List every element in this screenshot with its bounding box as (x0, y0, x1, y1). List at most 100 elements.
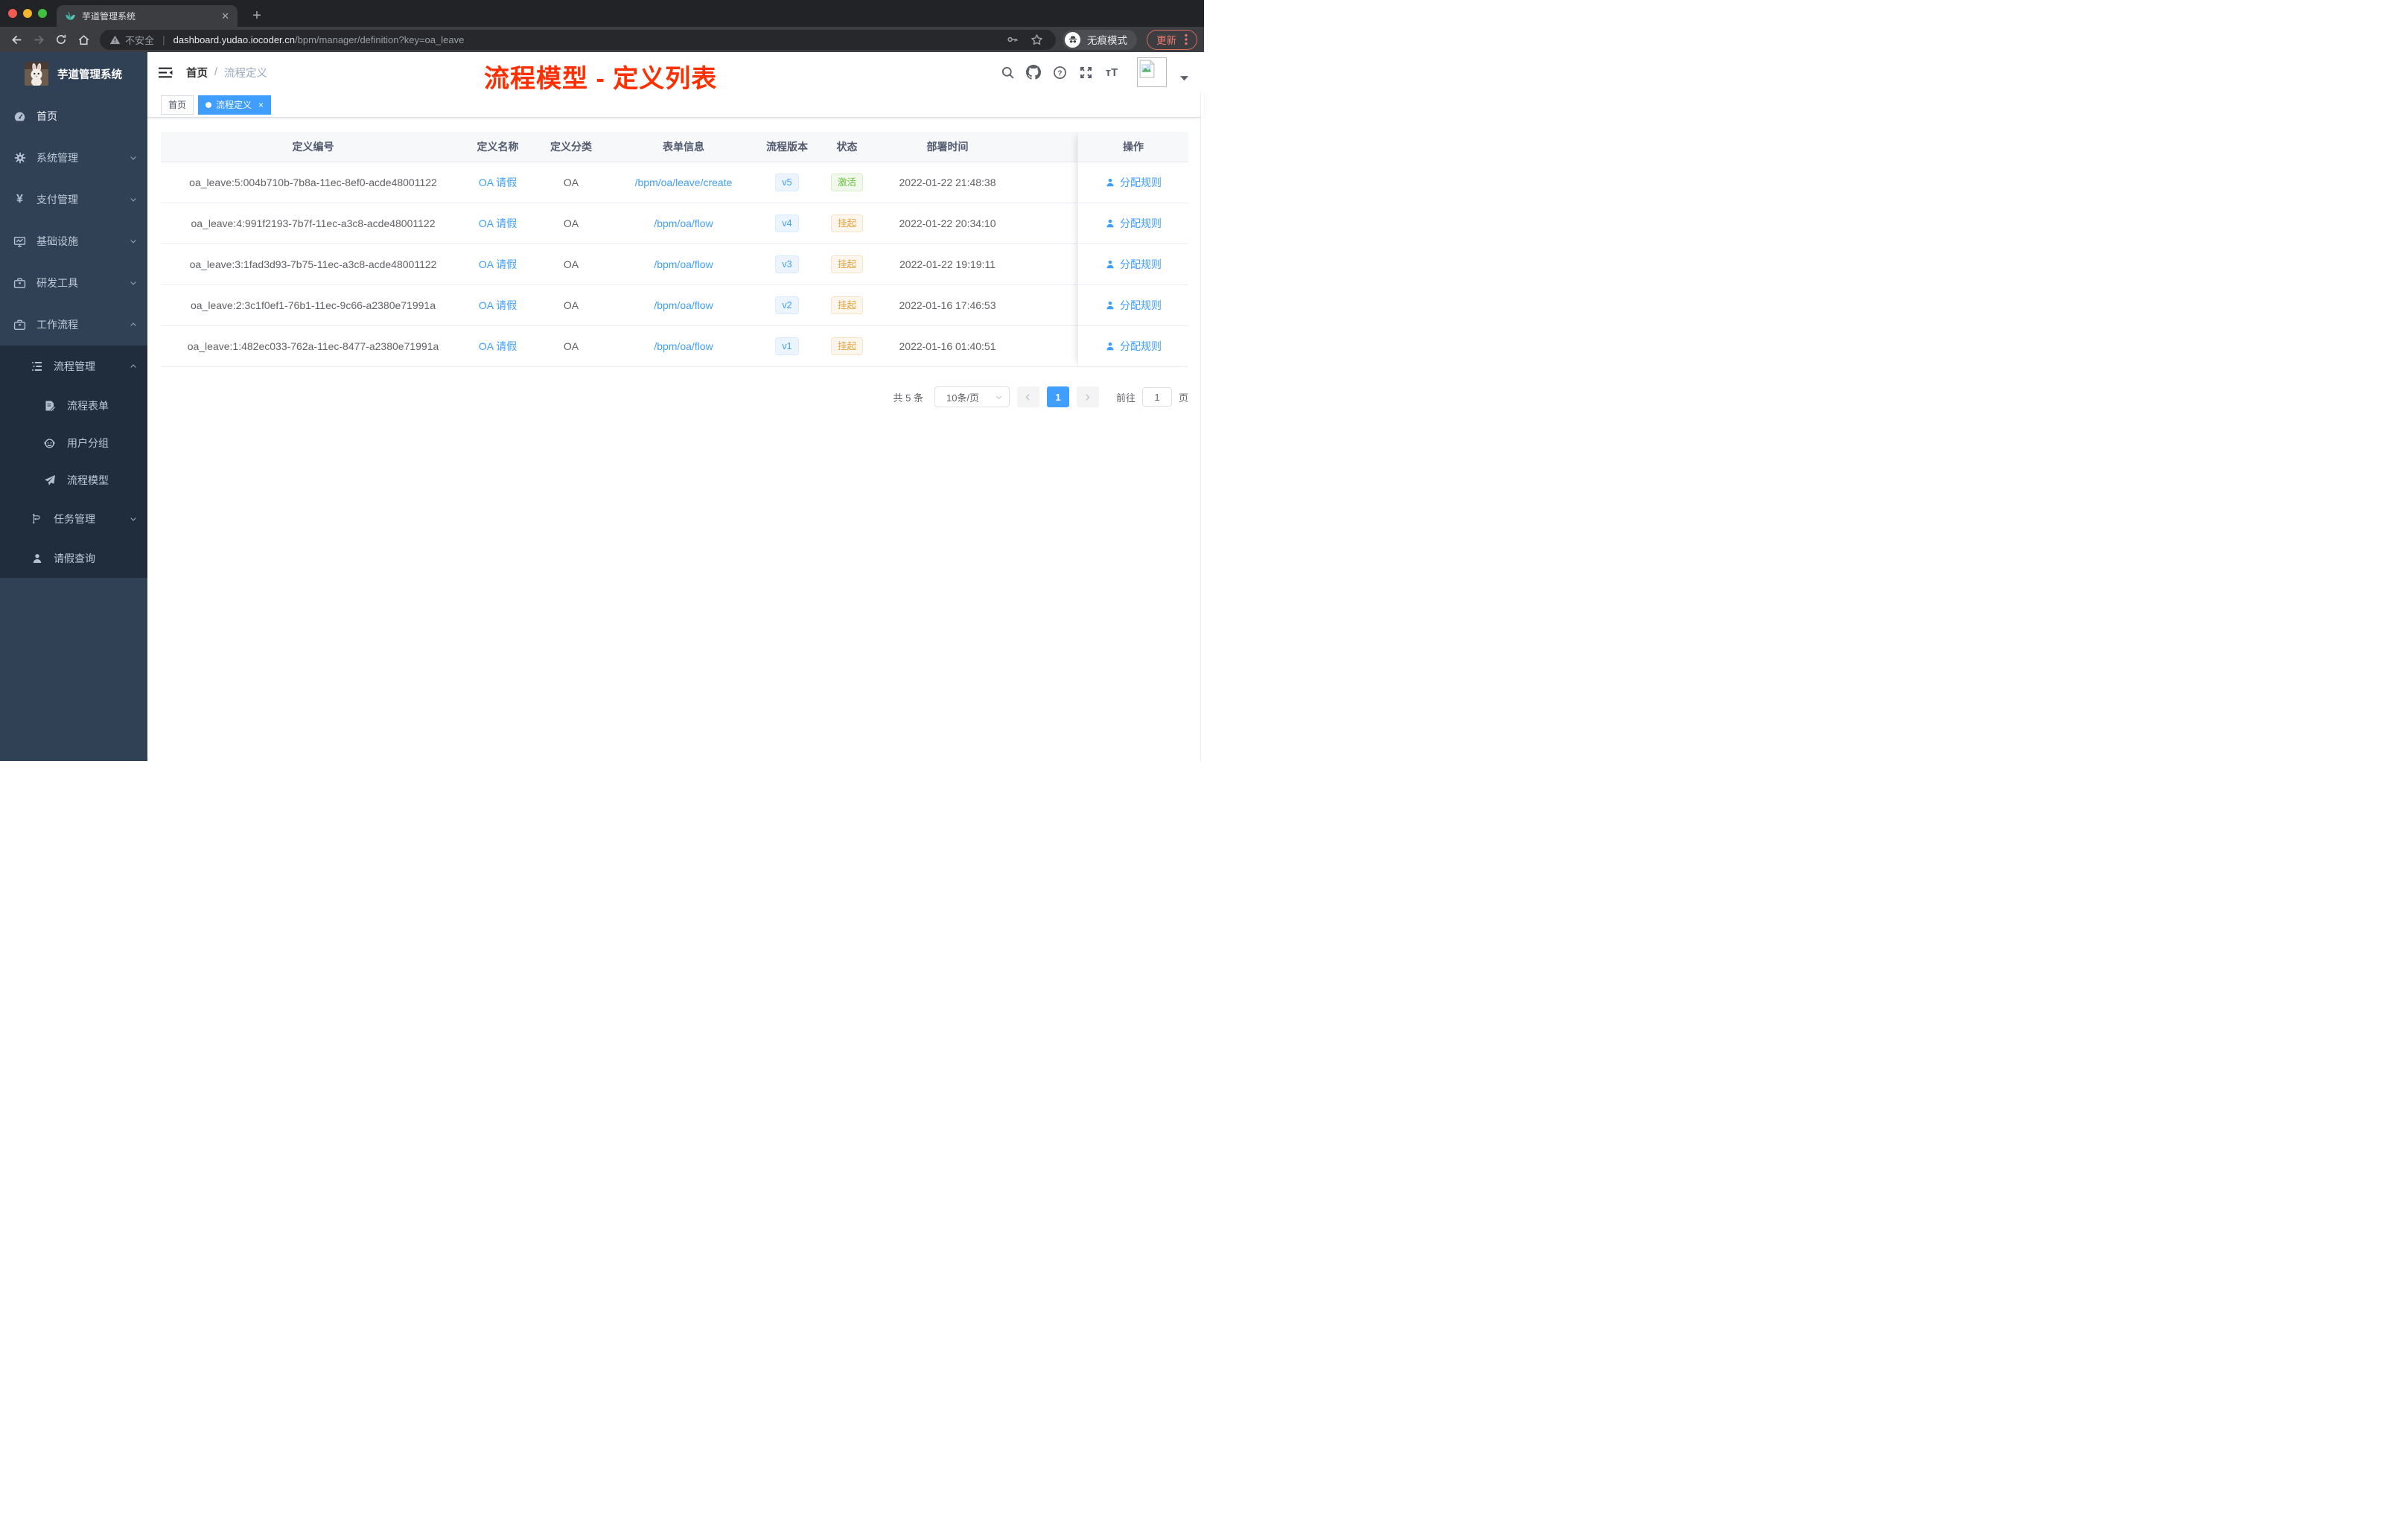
status-badge: 挂起 (830, 214, 863, 233)
new-tab-button[interactable]: + (246, 5, 267, 26)
sidebar-item-label: 用户分组 (67, 437, 109, 449)
forward-icon[interactable] (29, 31, 48, 48)
column-header-filler (1020, 132, 1077, 162)
collapse-sidebar-icon[interactable] (155, 62, 176, 83)
tags-view-bar: 首页 流程定义 × (147, 92, 1204, 118)
person-icon (1106, 219, 1114, 228)
browser-tab[interactable]: 芋道管理系统 ✕ (57, 5, 238, 27)
sidebar-item-system[interactable]: 系统管理 (0, 137, 147, 179)
tag-label: 流程定义 (216, 100, 252, 110)
back-icon[interactable] (7, 31, 26, 48)
close-window-button[interactable] (8, 9, 17, 18)
person-icon (1106, 260, 1114, 269)
goto-page-input[interactable] (1141, 387, 1172, 407)
person-icon (1106, 342, 1114, 351)
definition-name-link[interactable]: OA 请假 (479, 339, 517, 354)
definition-name-link[interactable]: OA 请假 (479, 257, 517, 272)
pagination-goto: 前往 页 (1116, 387, 1188, 407)
zoom-window-button[interactable] (38, 9, 47, 18)
sidebar-item-task-management[interactable]: 任务管理 (0, 499, 147, 538)
navbar-actions: ? ᴛT (1000, 57, 1188, 87)
reload-icon[interactable] (51, 31, 71, 48)
fullscreen-icon[interactable] (1078, 65, 1093, 80)
form-link[interactable]: /bpm/oa/leave/create (635, 176, 733, 188)
breadcrumb-home[interactable]: 首页 (186, 65, 208, 80)
column-header: 表单信息 (663, 141, 704, 153)
table-header-row: 定义编号 定义名称 定义分类 表单信息 流程版本 状态 部署时间 操作 (161, 132, 1188, 162)
sidebar-item-home[interactable]: 首页 (0, 95, 147, 137)
url-text[interactable]: dashboard.yudao.iocoder.cn/bpm/manager/d… (173, 34, 465, 45)
definition-id: oa_leave:5:004b710b-7b8a-11ec-8ef0-acde4… (189, 176, 437, 188)
app-logo-rabbit-image (25, 62, 48, 86)
tab-close-icon[interactable]: ✕ (221, 11, 229, 21)
status-badge: 激活 (830, 173, 863, 192)
definition-name-link[interactable]: OA 请假 (479, 175, 517, 190)
form-link[interactable]: /bpm/oa/flow (654, 340, 713, 352)
sidebar-item-leave-query[interactable]: 请假查询 (0, 538, 147, 578)
search-icon[interactable] (1000, 65, 1015, 80)
github-icon[interactable] (1026, 65, 1041, 80)
main-content: 定义编号 定义名称 定义分类 表单信息 流程版本 状态 部署时间 操作 oa_l… (147, 118, 1204, 761)
next-page-button[interactable] (1076, 386, 1099, 407)
tag-home[interactable]: 首页 (161, 95, 194, 115)
security-label[interactable]: 不安全 (125, 33, 154, 47)
monitor-icon (13, 235, 26, 248)
briefcase-icon (13, 319, 26, 331)
prev-page-button[interactable] (1016, 386, 1039, 407)
sidebar-item-label: 流程表单 (67, 400, 109, 412)
person-icon (31, 552, 43, 564)
form-link[interactable]: /bpm/oa/flow (654, 258, 713, 270)
form-link[interactable]: /bpm/oa/flow (654, 217, 713, 229)
scrollbar-gutter[interactable] (1200, 92, 1204, 761)
definition-name-link[interactable]: OA 请假 (479, 216, 517, 231)
key-icon[interactable] (1003, 31, 1022, 48)
sidebar-item-dev-tools[interactable]: 研发工具 (0, 262, 147, 304)
table-row: oa_leave:4:991f2193-7b7f-11ec-a3c8-acde4… (161, 203, 1188, 244)
browser-chrome: 芋道管理系统 ✕ + 不安全 | dashboard.yudao.iocoder… (0, 0, 1204, 52)
sidebar-item-infrastructure[interactable]: 基础设施 (0, 220, 147, 262)
address-bar[interactable]: 不安全 | dashboard.yudao.iocoder.cn/bpm/man… (100, 29, 1056, 50)
page-size-select[interactable]: 10条/页 (934, 386, 1010, 407)
goto-label: 前往 (1115, 392, 1135, 404)
chevron-down-icon (129, 153, 138, 162)
sidebar-item-process-form[interactable]: 流程表单 (0, 387, 147, 424)
app-logo-row[interactable]: 芋道管理系统 (0, 52, 147, 95)
incognito-badge[interactable]: 无痕模式 (1063, 29, 1137, 50)
assign-rule-button[interactable]: 分配规则 (1105, 216, 1162, 231)
font-size-icon[interactable]: ᴛT (1104, 65, 1119, 80)
help-question-icon[interactable]: ? (1052, 65, 1067, 80)
table-row: oa_leave:5:004b710b-7b8a-11ec-8ef0-acde4… (161, 162, 1188, 203)
chevron-up-icon (129, 362, 138, 371)
minimize-window-button[interactable] (23, 9, 32, 18)
row-filler (1020, 244, 1077, 284)
chevron-up-icon (129, 320, 138, 329)
current-page-button[interactable]: 1 (1046, 386, 1069, 407)
home-icon[interactable] (74, 31, 93, 48)
status-badge: 挂起 (830, 255, 863, 274)
sidebar-item-process-model[interactable]: 流程模型 (0, 462, 147, 499)
browser-update-button[interactable]: 更新 (1147, 29, 1197, 50)
assign-rule-button[interactable]: 分配规则 (1105, 175, 1162, 190)
sidebar-submenu-workflow: 流程管理 流程表单 用户分组 流程模型 任务管理 请假查询 (0, 346, 147, 578)
avatar-caret-icon[interactable] (1180, 75, 1188, 81)
table-row: oa_leave:3:1fad3d93-7b75-11ec-a3c8-acde4… (161, 244, 1188, 285)
sidebar-item-workflow[interactable]: 工作流程 (0, 304, 147, 346)
definition-name-link[interactable]: OA 请假 (479, 298, 517, 313)
column-header: 定义名称 (477, 141, 519, 153)
assign-rule-button[interactable]: 分配规则 (1105, 257, 1162, 272)
chevron-down-icon (129, 237, 138, 246)
security-warning-icon[interactable] (109, 34, 121, 45)
tag-process-definition[interactable]: 流程定义 × (198, 95, 272, 115)
deployed-time: 2022-01-16 17:46:53 (899, 299, 996, 311)
definition-id: oa_leave:3:1fad3d93-7b75-11ec-a3c8-acde4… (189, 258, 437, 270)
tag-close-icon[interactable]: × (258, 100, 264, 110)
assign-rule-button[interactable]: 分配规则 (1105, 339, 1162, 354)
form-link[interactable]: /bpm/oa/flow (654, 299, 713, 311)
sidebar-item-user-group[interactable]: 用户分组 (0, 424, 147, 462)
sidebar-item-payment[interactable]: ¥ 支付管理 (0, 179, 147, 220)
sidebar-item-process-management[interactable]: 流程管理 (0, 346, 147, 387)
bookmark-star-icon[interactable] (1027, 31, 1046, 48)
avatar[interactable] (1137, 57, 1167, 87)
browser-menu-icon[interactable] (1185, 34, 1188, 45)
assign-rule-button[interactable]: 分配规则 (1105, 298, 1162, 313)
